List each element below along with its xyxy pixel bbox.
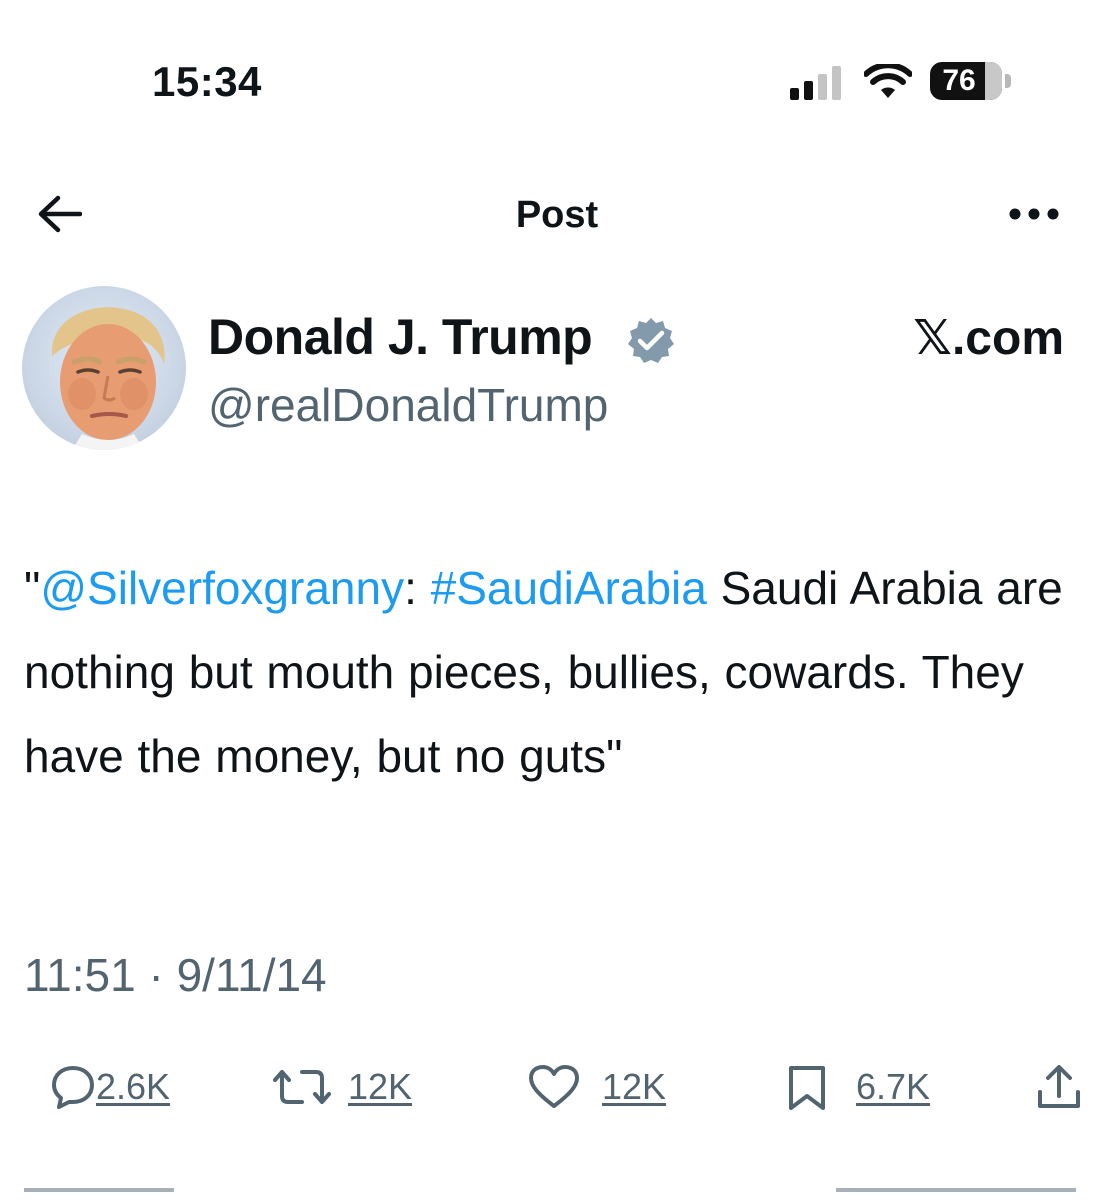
tweet-text: "@Silverfoxgranny: #SaudiArabia Saudi Ar… [24, 546, 1084, 798]
battery-icon: 76 [930, 62, 1012, 102]
heart-icon [529, 1065, 579, 1108]
cellular-signal-icon [790, 66, 841, 100]
verified-badge-icon [628, 318, 674, 363]
battery-body: 76 [930, 62, 1002, 100]
avatar-portrait [51, 307, 165, 450]
mention-colon: : [404, 562, 431, 614]
bookmark-button[interactable]: 6.7K [786, 1058, 946, 1118]
action-bar: 2.6K 12K 12K 6.7K [0, 1058, 1114, 1118]
hashtag-link[interactable]: #SaudiArabia [431, 562, 707, 614]
repost-icon [273, 1070, 331, 1104]
like-count: 12K [602, 1066, 667, 1107]
repost-button[interactable]: 12K [272, 1058, 422, 1118]
battery-level: 76 [942, 64, 976, 97]
quote-open: " [24, 562, 41, 614]
reply-count: 2.6K [96, 1066, 171, 1107]
repost-count: 12K [348, 1066, 413, 1107]
nav-header: Post [0, 170, 1114, 260]
status-bar: 15:34 76 [0, 0, 1114, 140]
footer-right-cutoff [836, 1188, 1076, 1200]
author-row: Donald J. Trump @realDonaldTrump 𝕏.com [0, 280, 1114, 460]
bookmark-count: 6.7K [856, 1066, 931, 1107]
page-title: Post [515, 194, 599, 236]
share-icon [1038, 1065, 1080, 1108]
user-handle[interactable]: @realDonaldTrump [208, 378, 608, 432]
wifi-icon [864, 64, 912, 98]
avatar[interactable] [22, 286, 186, 450]
status-time: 15:34 [152, 58, 262, 105]
footer-cutoff [0, 1180, 1114, 1200]
share-button[interactable] [1036, 1058, 1086, 1118]
bookmark-icon [789, 1066, 825, 1110]
source-label: 𝕏.com [913, 312, 1064, 365]
more-options-icon[interactable] [1008, 200, 1060, 228]
post-timestamp[interactable]: 11:51 · 9/11/14 [24, 948, 327, 1002]
display-name[interactable]: Donald J. Trump [208, 308, 593, 366]
reply-icon [52, 1066, 94, 1109]
mention-link[interactable]: @Silverfoxgranny [40, 562, 404, 614]
reply-button[interactable]: 2.6K [50, 1058, 190, 1118]
battery-cap [1005, 74, 1011, 88]
footer-left-cutoff [24, 1188, 174, 1200]
like-button[interactable]: 12K [528, 1058, 678, 1118]
